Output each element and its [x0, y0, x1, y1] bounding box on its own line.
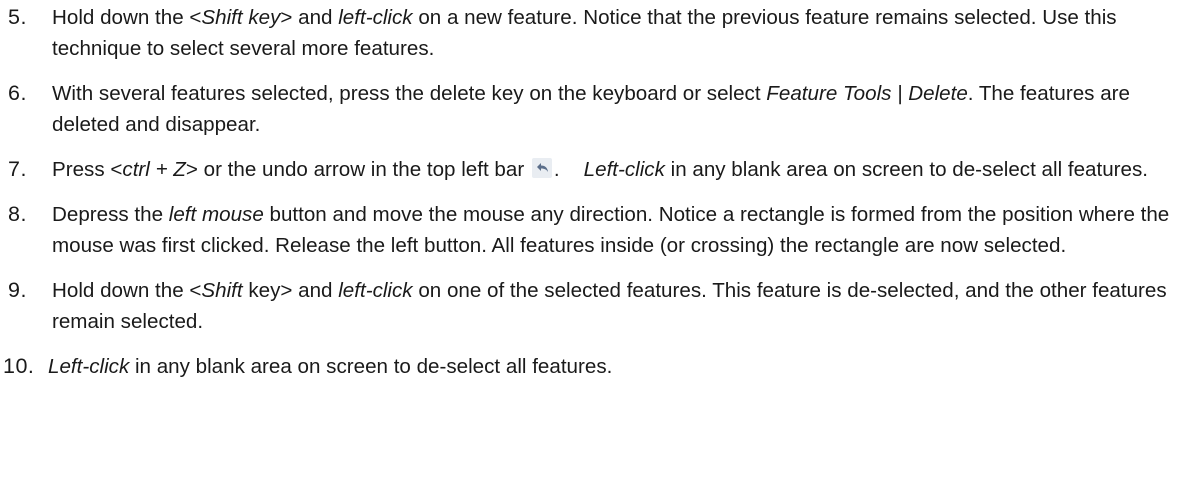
step-number: 6. [8, 81, 27, 105]
step-number: 9. [8, 278, 27, 302]
key-name: Shift key [201, 6, 281, 29]
step-7: 7. Press <ctrl + Z> or the undo arrow in … [0, 154, 1202, 185]
step-9: 9. Hold down the <Shift key> and left-cli… [0, 275, 1202, 337]
step-text: in any blank area on screen to de-select… [129, 355, 613, 378]
step-6: 6. With several features selected, press … [0, 78, 1202, 140]
step-text: > and [280, 6, 339, 29]
step-number: 7. [8, 157, 27, 181]
step-number: 8. [8, 202, 27, 226]
key-name: Shift [201, 279, 243, 302]
step-text: in any blank area on screen to de-select… [664, 158, 1148, 181]
action-name: left-click [338, 279, 413, 302]
mouse-button-name: left mouse [168, 203, 264, 226]
step-text: Press < [52, 158, 123, 181]
step-text: Depress the [52, 203, 169, 226]
step-text: Hold down the < [52, 279, 202, 302]
step-5: 5. Hold down the <Shift key> and left-cli… [0, 2, 1202, 64]
step-text: With several features selected, press th… [52, 82, 767, 105]
step-10: 10. Left-click in any blank area on scree… [0, 351, 1202, 382]
step-text: . [553, 158, 560, 181]
undo-arrow-icon [531, 156, 552, 178]
step-text: Hold down the < [52, 6, 202, 29]
menu-path: Feature Tools | Delete [766, 82, 968, 105]
action-name: left-click [338, 6, 413, 29]
step-text: > or the undo arrow in the top left bar [185, 158, 530, 181]
step-number: 10. [3, 354, 35, 378]
step-number: 5. [8, 5, 27, 29]
shortcut-name: ctrl + Z [122, 158, 186, 181]
action-name: Left-click [48, 355, 130, 378]
step-text: key> and [242, 279, 339, 302]
step-8: 8. Depress the left mouse button and move… [0, 199, 1202, 261]
instruction-document: 5. Hold down the <Shift key> and left-cli… [0, 0, 1202, 479]
action-name: Left-click [583, 158, 665, 181]
